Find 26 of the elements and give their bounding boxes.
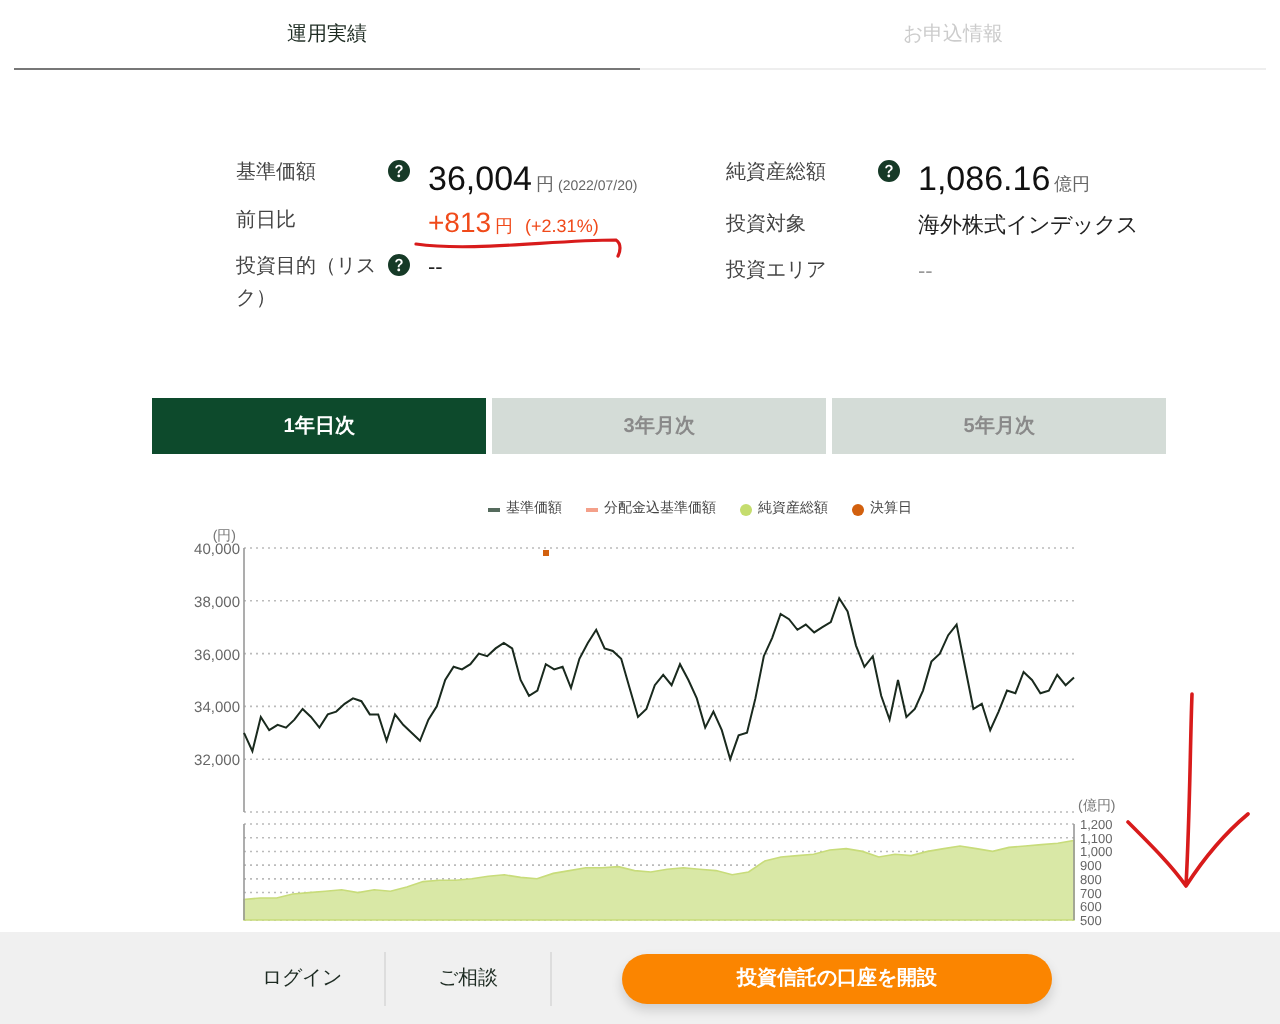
field-value: 1,086.16 (918, 158, 1051, 202)
field-value: 36,004 (428, 158, 532, 202)
period-tab[interactable]: 1年日次 (152, 398, 486, 454)
field-label: 投資対象 (726, 211, 808, 239)
footer-link[interactable]: ログイン (220, 951, 386, 1005)
field-label: 投資エリア (726, 257, 828, 285)
help-icon[interactable] (878, 160, 900, 182)
field-label: 投資目的（リスク） (236, 253, 378, 315)
settlement-marker (543, 550, 549, 556)
footer-link[interactable]: ご相談 (386, 951, 552, 1005)
field-value: -- (918, 257, 933, 287)
help-icon[interactable] (388, 160, 410, 182)
unit-text: 円 (495, 214, 514, 241)
y-axis (243, 823, 245, 921)
field-label: 前日比 (236, 207, 298, 237)
field-label: 基準価額 (236, 159, 318, 188)
field-value: 海外株式インデックス (918, 211, 1138, 241)
tab[interactable]: 運用実績 (14, 0, 640, 70)
field-value: -- (428, 254, 443, 285)
help-icon[interactable] (388, 254, 410, 277)
note-text: (+2.31%) (525, 214, 599, 241)
field-label: 純資産総額 (726, 159, 828, 188)
unit-text: 億円 (1054, 172, 1091, 198)
y-axis (1073, 823, 1075, 921)
field-value: +813 (428, 204, 492, 243)
unit-text: 円 (536, 172, 554, 198)
